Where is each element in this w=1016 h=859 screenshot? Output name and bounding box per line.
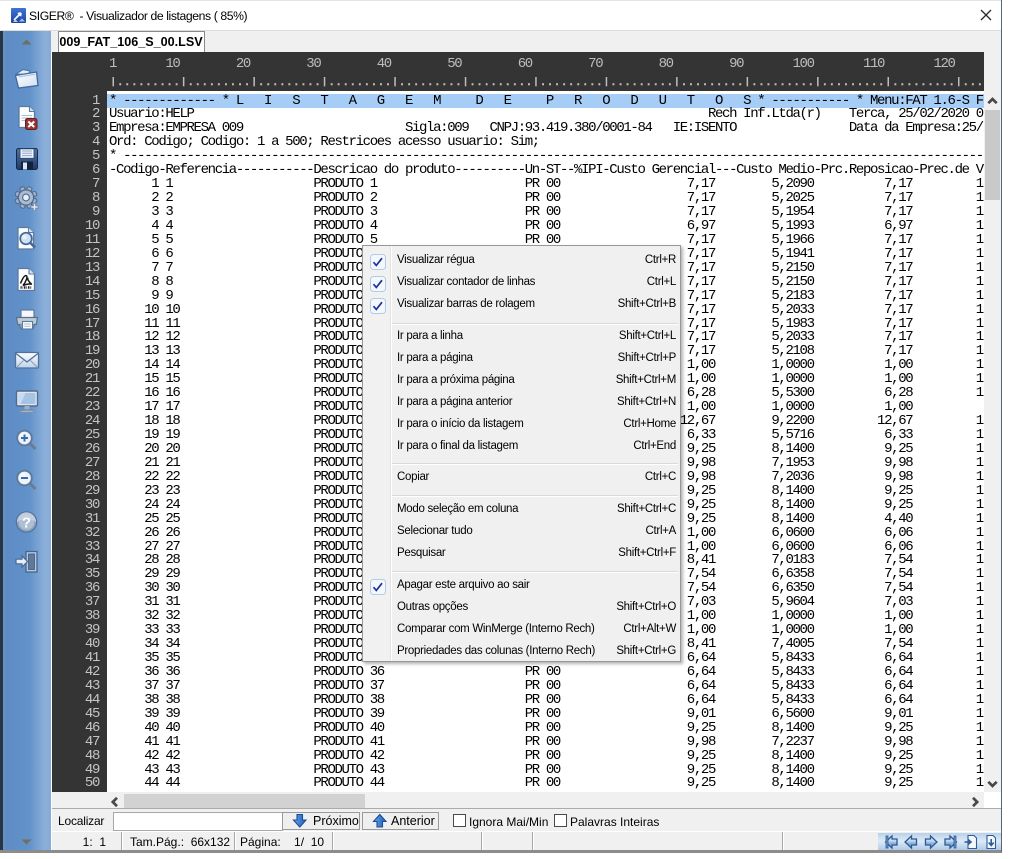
svg-text:?: ? [22,515,31,532]
